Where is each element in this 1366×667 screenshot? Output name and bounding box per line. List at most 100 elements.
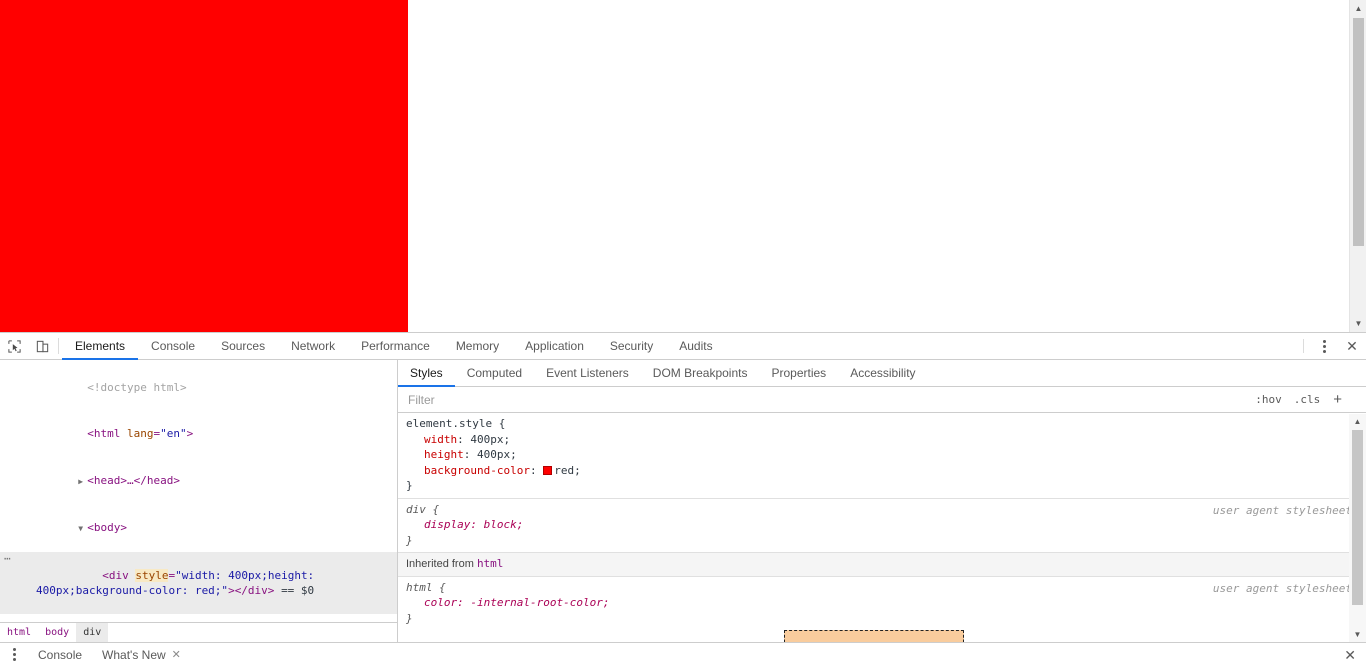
rule-selector: html { bbox=[406, 580, 446, 594]
devtools-body: <!doctype html> <html lang="en"> ▶ <head>… bbox=[0, 360, 1366, 643]
property-value: 400px; bbox=[477, 448, 517, 461]
property-name: width bbox=[424, 432, 458, 446]
div-close-bracket: > bbox=[228, 584, 235, 597]
styles-filter-input[interactable] bbox=[406, 391, 1250, 408]
new-style-rule-button[interactable]: + bbox=[1326, 391, 1349, 408]
head-node-text: <head>…</head> bbox=[87, 473, 180, 487]
tab-elements[interactable]: Elements bbox=[62, 333, 139, 360]
rule-div-ua[interactable]: user agent stylesheet div { display: blo… bbox=[398, 499, 1366, 553]
declaration-width[interactable]: width: 400px; bbox=[406, 432, 1358, 448]
styles-vertical-scrollbar[interactable]: ▲ ▼ bbox=[1349, 414, 1366, 642]
inherited-label: Inherited from bbox=[406, 558, 474, 570]
inherited-source[interactable]: html bbox=[477, 557, 504, 570]
tab-event-listeners[interactable]: Event Listeners bbox=[534, 360, 641, 386]
devtools-toolbar: Elements Console Sources Network Perform… bbox=[0, 333, 1366, 360]
toggle-hov-button[interactable]: :hov bbox=[1249, 393, 1288, 406]
dom-line-body-open[interactable]: ▼ <body> bbox=[0, 505, 397, 553]
scroll-up-arrow-icon[interactable]: ▲ bbox=[1350, 0, 1366, 17]
drawer-tab-console[interactable]: Console bbox=[28, 643, 92, 667]
tab-security[interactable]: Security bbox=[597, 333, 666, 359]
tab-styles[interactable]: Styles bbox=[398, 360, 455, 387]
scroll-down-arrow-icon[interactable]: ▼ bbox=[1349, 627, 1366, 642]
declaration-height[interactable]: height: 400px; bbox=[406, 447, 1358, 463]
declaration-background-color[interactable]: background-color: red; bbox=[406, 463, 1358, 479]
inspect-element-icon[interactable] bbox=[0, 333, 28, 359]
tab-properties[interactable]: Properties bbox=[759, 360, 838, 386]
close-drawer-icon[interactable]: ✕ bbox=[1344, 648, 1356, 662]
styles-pane: Styles Computed Event Listeners DOM Brea… bbox=[398, 360, 1366, 642]
breadcrumb-item-body[interactable]: body bbox=[38, 623, 76, 643]
tab-dom-breakpoints[interactable]: DOM Breakpoints bbox=[641, 360, 760, 386]
property-value: 400px; bbox=[470, 432, 511, 446]
close-icon[interactable]: ✕ bbox=[172, 648, 181, 661]
breadcrumb-item-html[interactable]: html bbox=[0, 623, 38, 643]
tab-network[interactable]: Network bbox=[278, 333, 348, 359]
drawer-tab-label: Console bbox=[38, 647, 83, 662]
rule-html-ua[interactable]: user agent stylesheet html { color: -int… bbox=[398, 577, 1366, 631]
tab-computed[interactable]: Computed bbox=[455, 360, 534, 386]
tab-application[interactable]: Application bbox=[512, 333, 597, 359]
dom-line-doctype[interactable]: <!doctype html> bbox=[0, 364, 397, 411]
page-viewport: ▲ ▼ bbox=[0, 0, 1366, 332]
twisty-collapsed-icon[interactable]: ▶ bbox=[78, 474, 87, 490]
tab-audits[interactable]: Audits bbox=[666, 333, 725, 359]
dom-more-icon[interactable]: ⋯ bbox=[4, 551, 11, 567]
rule-selector: element.style { bbox=[406, 417, 506, 430]
scroll-down-arrow-icon[interactable]: ▼ bbox=[1350, 315, 1366, 332]
box-model-diagram[interactable] bbox=[784, 630, 964, 642]
tab-memory[interactable]: Memory bbox=[443, 333, 512, 359]
devtools-panel: Elements Console Sources Network Perform… bbox=[0, 332, 1366, 666]
toolbar-right-divider bbox=[1303, 339, 1304, 353]
drawer-tab-whats-new[interactable]: What's New ✕ bbox=[92, 643, 191, 667]
styles-rules-list[interactable]: element.style { width: 400px; height: 40… bbox=[398, 413, 1366, 642]
rule-close-brace: } bbox=[406, 611, 413, 625]
inherited-section-header: Inherited from html bbox=[398, 553, 1366, 577]
styles-tab-strip: Styles Computed Event Listeners DOM Brea… bbox=[398, 360, 1366, 387]
close-devtools-icon[interactable]: ✕ bbox=[1338, 333, 1366, 359]
rule-element-style[interactable]: element.style { width: 400px; height: 40… bbox=[398, 413, 1366, 499]
rule-origin-label: user agent stylesheet bbox=[1212, 581, 1352, 595]
declaration-color[interactable]: color: -internal-root-color; bbox=[406, 595, 1358, 611]
dom-line-body-close[interactable]: </body> bbox=[0, 614, 397, 622]
dom-line-head[interactable]: ▶ <head>…</head> bbox=[0, 457, 397, 505]
devtools-tab-strip: Elements Console Sources Network Perform… bbox=[62, 333, 726, 360]
tab-performance[interactable]: Performance bbox=[348, 333, 443, 359]
html-lang-attr-name: lang bbox=[126, 427, 154, 440]
color-swatch-icon[interactable] bbox=[543, 465, 553, 475]
rule-origin-label: user agent stylesheet bbox=[1212, 503, 1352, 517]
device-toolbar-icon[interactable] bbox=[28, 333, 56, 359]
red-square-div[interactable] bbox=[0, 0, 408, 332]
property-value: red; bbox=[554, 463, 581, 477]
scrollbar-thumb[interactable] bbox=[1353, 18, 1364, 246]
html-tag-close-bracket: > bbox=[186, 427, 194, 440]
property-name: color bbox=[424, 596, 458, 609]
tab-sources[interactable]: Sources bbox=[208, 333, 278, 359]
dom-tree[interactable]: <!doctype html> <html lang="en"> ▶ <head>… bbox=[0, 360, 397, 622]
toggle-cls-button[interactable]: .cls bbox=[1288, 393, 1327, 406]
declaration-display[interactable]: display: block; bbox=[406, 517, 1358, 533]
scrollbar-thumb[interactable] bbox=[1352, 430, 1363, 605]
toolbar-right-controls: ✕ bbox=[1297, 333, 1366, 359]
html-lang-attr-value: "en" bbox=[160, 427, 187, 440]
more-options-icon[interactable] bbox=[1310, 333, 1338, 359]
div-closing-tag: </div> bbox=[234, 584, 275, 597]
dom-line-html-open[interactable]: <html lang="en"> bbox=[0, 411, 397, 458]
page-vertical-scrollbar[interactable]: ▲ ▼ bbox=[1349, 0, 1366, 332]
div-style-attr-name: style bbox=[135, 568, 169, 582]
dom-tree-pane: <!doctype html> <html lang="en"> ▶ <head>… bbox=[0, 360, 398, 643]
html-tag: <html bbox=[87, 427, 121, 440]
drawer-right-controls: ✕ bbox=[1344, 648, 1366, 662]
tab-console[interactable]: Console bbox=[138, 333, 208, 359]
drawer-tab-label: What's New bbox=[102, 647, 166, 662]
toolbar-divider bbox=[58, 338, 59, 354]
property-value: block; bbox=[483, 518, 524, 531]
tab-accessibility[interactable]: Accessibility bbox=[838, 360, 927, 386]
property-name: background-color bbox=[424, 463, 530, 477]
more-tools-icon[interactable] bbox=[0, 648, 28, 661]
rule-selector: div { bbox=[406, 502, 440, 516]
scroll-up-arrow-icon[interactable]: ▲ bbox=[1349, 414, 1366, 429]
dom-line-div-selected[interactable]: ⋯ <div style="width: 400px;height: 400px;… bbox=[0, 552, 397, 614]
breadcrumb-item-div[interactable]: div bbox=[76, 622, 109, 643]
property-value: -internal-root-color; bbox=[470, 596, 610, 609]
twisty-expanded-icon[interactable]: ▼ bbox=[78, 521, 87, 537]
